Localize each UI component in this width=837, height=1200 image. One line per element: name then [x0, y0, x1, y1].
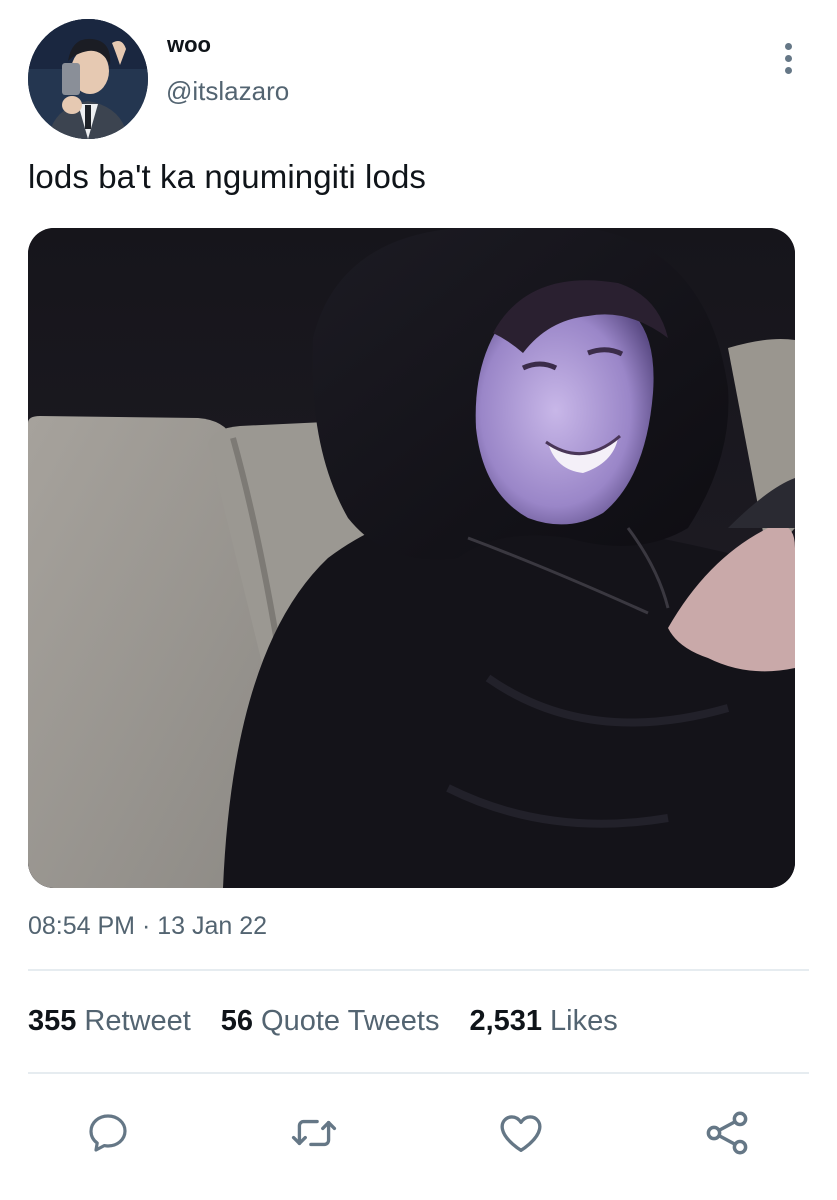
display-name[interactable]: woo — [167, 32, 211, 58]
more-vertical-icon — [784, 54, 792, 62]
avatar[interactable] — [28, 19, 148, 139]
tweet-time: 08:54 PM — [28, 912, 136, 940]
retweet-label: Retweet — [84, 1005, 191, 1037]
more-vertical-icon — [784, 66, 792, 74]
retweet-count: 355 — [28, 1005, 77, 1037]
retweet-count-link[interactable]: 355 Retweet — [28, 1005, 191, 1038]
heart-icon — [500, 1115, 542, 1152]
divider — [28, 969, 809, 971]
tweet-media-photo[interactable] — [28, 228, 795, 888]
reply-icon — [89, 1114, 127, 1152]
share-button[interactable] — [697, 1103, 757, 1163]
like-label: Likes — [550, 1005, 618, 1037]
quote-count-link[interactable]: 56 Quote Tweets — [221, 1005, 440, 1038]
engagement-stats: 355 Retweet 56 Quote Tweets 2,531 Likes — [28, 1005, 618, 1038]
tweet-actions — [0, 1098, 837, 1168]
retweet-icon — [291, 1119, 337, 1147]
share-icon — [706, 1111, 748, 1155]
reply-button[interactable] — [78, 1103, 138, 1163]
photo-image — [28, 228, 795, 888]
avatar-image — [28, 19, 148, 139]
like-button[interactable] — [491, 1103, 551, 1163]
tweet-detail: woo @itslazaro lods ba't ka ngumingiti l… — [0, 0, 837, 1200]
like-count-link[interactable]: 2,531 Likes — [469, 1005, 617, 1038]
user-handle[interactable]: @itslazaro — [166, 76, 289, 107]
tweet-date: 13 Jan 22 — [157, 912, 268, 940]
more-vertical-icon — [784, 42, 792, 50]
like-count: 2,531 — [469, 1005, 543, 1037]
tweet-timestamp[interactable]: 08:54 PM · 13 Jan 22 — [28, 912, 267, 941]
quote-count: 56 — [220, 1005, 254, 1037]
divider — [28, 1072, 809, 1074]
tweet-text: lods ba't ka ngumingiti lods — [28, 158, 426, 195]
quote-label: Quote Tweets — [261, 1005, 440, 1037]
timestamp-separator: · — [141, 912, 151, 940]
more-options-button[interactable] — [770, 38, 806, 78]
retweet-button[interactable] — [284, 1103, 344, 1163]
